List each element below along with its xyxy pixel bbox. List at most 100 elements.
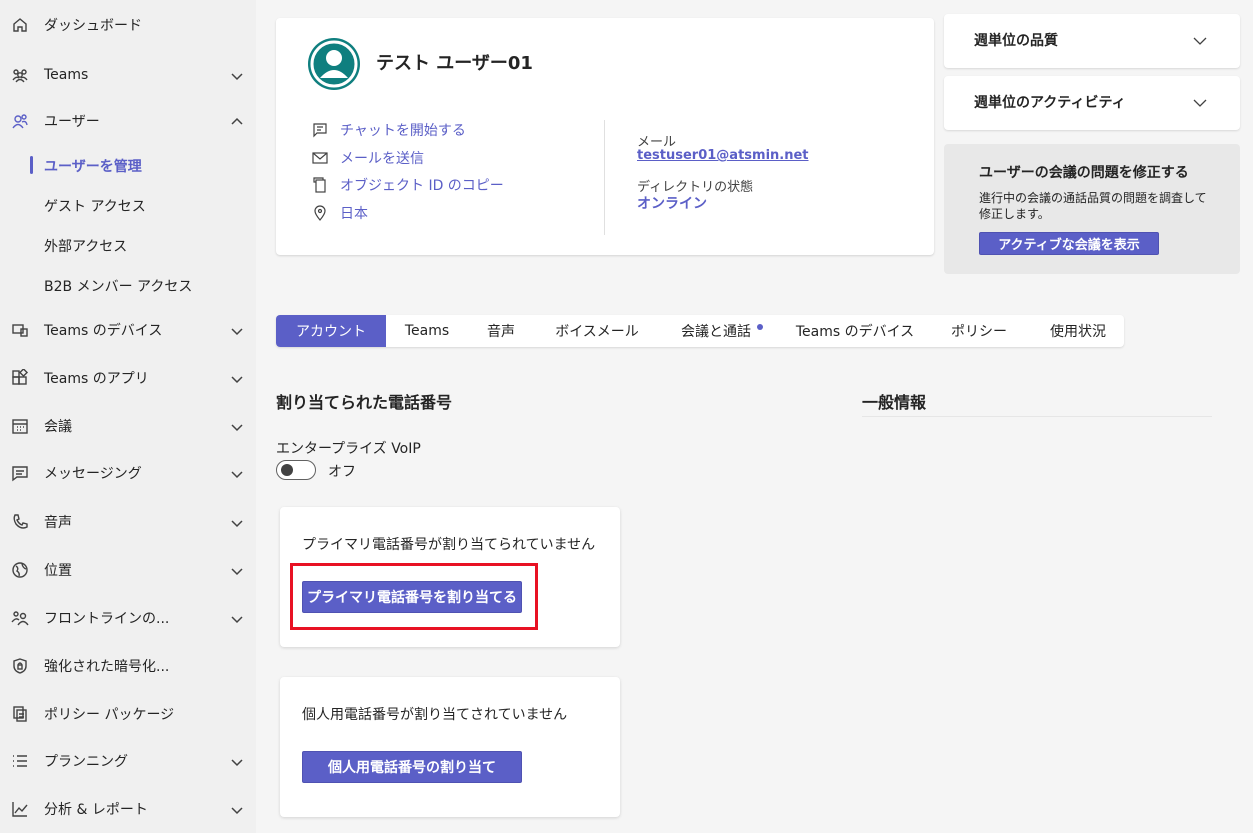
nav-analytics[interactable]: 分析 & レポート	[0, 789, 256, 829]
subitem-label: ユーザーを管理	[44, 159, 142, 175]
fix-meeting-issues-panel: ユーザーの会議の問題を修正する 進行中の会議の通話品質の問題を調査して修正します…	[944, 144, 1240, 274]
divider	[604, 120, 605, 235]
nav-planning[interactable]: プランニング	[0, 741, 256, 781]
nav-voice[interactable]: 音声	[0, 502, 256, 542]
apps-icon	[11, 369, 29, 387]
chevron-down-icon	[230, 611, 244, 625]
chat-icon	[11, 464, 29, 482]
sidebar-subitem-manage-users[interactable]: ユーザーを管理	[0, 147, 256, 183]
active-indicator	[30, 156, 33, 174]
tab-voicemail[interactable]: ボイスメール	[534, 315, 660, 347]
globe-icon	[11, 561, 29, 579]
assign-private-number-button[interactable]: 個人用電話番号の割り当て	[302, 751, 522, 783]
chevron-down-icon	[230, 323, 244, 337]
nav-enhanced-encryption[interactable]: 強化された暗号化...	[0, 646, 256, 686]
general-info-heading: 一般情報	[862, 393, 927, 412]
teams-icon	[11, 66, 29, 84]
nav-teams[interactable]: Teams	[0, 55, 256, 95]
chevron-up-icon	[230, 114, 244, 128]
send-email-link[interactable]: メールを送信	[312, 148, 424, 168]
nav-teams-devices[interactable]: Teams のデバイス	[0, 310, 256, 350]
list-icon	[11, 752, 29, 770]
toggle-knob	[281, 464, 293, 476]
chevron-down-icon	[1192, 95, 1208, 111]
nav-frontline[interactable]: フロントラインの...	[0, 598, 256, 638]
tab-voice[interactable]: 音声	[468, 315, 534, 347]
nav-label: 位置	[44, 563, 72, 579]
private-phone-status: 個人用電話番号が割り当てされていません	[302, 707, 568, 723]
start-chat-link[interactable]: チャットを開始する	[312, 120, 466, 140]
calendar-icon	[11, 417, 29, 435]
notification-dot	[757, 324, 763, 330]
divider	[862, 416, 1212, 417]
primary-phone-status: プライマリ電話番号が割り当てられていません	[302, 537, 596, 553]
chart-icon	[11, 800, 29, 818]
nav-label: Teams のデバイス	[44, 323, 163, 339]
private-phone-card: 個人用電話番号が割り当てされていません 個人用電話番号の割り当て	[280, 677, 620, 817]
subitem-label: 外部アクセス	[44, 239, 128, 255]
subitem-label: ゲスト アクセス	[44, 199, 146, 215]
enterprise-voip-label: エンタープライズ VoIP	[276, 441, 421, 457]
chevron-down-icon	[230, 466, 244, 480]
chevron-down-icon	[230, 754, 244, 768]
nav-label: 会議	[44, 419, 72, 435]
chat-icon	[313, 123, 327, 138]
nav-meetings[interactable]: 会議	[0, 406, 256, 446]
view-active-meetings-button[interactable]: アクティブな会議を表示	[979, 232, 1159, 255]
location-icon	[314, 205, 326, 221]
tab-meetings-calls[interactable]: 会議と通話	[660, 315, 784, 347]
shield-lock-icon	[11, 657, 29, 675]
nav-dashboard[interactable]: ダッシュボード	[0, 5, 256, 45]
sidebar-subitem-guest-access[interactable]: ゲスト アクセス	[0, 187, 256, 223]
chevron-down-icon	[230, 802, 244, 816]
nav-messaging[interactable]: メッセージング	[0, 453, 256, 493]
devices-icon	[11, 321, 29, 339]
tab-teams-devices[interactable]: Teams のデバイス	[784, 315, 926, 347]
nav-label: ユーザー	[44, 114, 100, 130]
nav-label: 強化された暗号化...	[44, 659, 170, 675]
nav-label: ポリシー パッケージ	[44, 707, 175, 723]
nav-policy-packages[interactable]: ポリシー パッケージ	[0, 694, 256, 734]
tab-bar: アカウント Teams 音声 ボイスメール 会議と通話 Teams のデバイス …	[276, 315, 1124, 347]
home-icon	[11, 16, 29, 34]
nav-label: 音声	[44, 515, 72, 531]
chevron-down-icon	[1192, 33, 1208, 49]
copy-object-id-link[interactable]: オブジェクト ID のコピー	[312, 175, 504, 195]
tab-account[interactable]: アカウント	[276, 315, 386, 347]
phone-icon	[11, 513, 29, 531]
nav-label: フロントラインの...	[44, 611, 170, 627]
policy-package-icon	[11, 705, 29, 723]
users-icon	[11, 112, 29, 130]
avatar	[308, 38, 360, 90]
user-name: テスト ユーザー01	[376, 53, 533, 74]
weekly-quality-accordion[interactable]: 週単位の品質	[944, 14, 1240, 68]
nav-users[interactable]: ユーザー	[0, 101, 256, 141]
sidebar-subitem-external-access[interactable]: 外部アクセス	[0, 227, 256, 263]
location-link[interactable]: 日本	[312, 203, 368, 223]
nav-label: Teams のアプリ	[44, 371, 149, 387]
nav-locations[interactable]: 位置	[0, 550, 256, 590]
chevron-down-icon	[230, 68, 244, 82]
nav-label: Teams	[44, 67, 89, 83]
chevron-down-icon	[230, 371, 244, 385]
user-profile-card: テスト ユーザー01 チャットを開始する メールを送信 オブジェクト ID のコ…	[276, 18, 934, 255]
directory-status-value: オンライン	[637, 196, 707, 212]
accordion-title: 週単位のアクティビティ	[974, 95, 1126, 111]
chevron-down-icon	[230, 563, 244, 577]
phone-numbers-heading: 割り当てられた電話番号	[276, 393, 453, 412]
fix-panel-description: 進行中の会議の通話品質の問題を調査して修正します。	[979, 191, 1207, 221]
subitem-label: B2B メンバー アクセス	[44, 279, 193, 295]
email-link[interactable]: testuser01@atsmin.net	[637, 148, 809, 163]
tab-policies[interactable]: ポリシー	[926, 315, 1032, 347]
weekly-activity-accordion[interactable]: 週単位のアクティビティ	[944, 76, 1240, 130]
nav-label: メッセージング	[44, 466, 142, 482]
enterprise-voip-toggle[interactable]	[276, 460, 316, 480]
accordion-title: 週単位の品質	[974, 33, 1058, 49]
nav-label: ダッシュボード	[44, 18, 142, 34]
tab-usage[interactable]: 使用状況	[1032, 315, 1124, 347]
tab-teams[interactable]: Teams	[386, 315, 468, 347]
chevron-down-icon	[230, 515, 244, 529]
nav-label: プランニング	[44, 754, 128, 770]
nav-teams-apps[interactable]: Teams のアプリ	[0, 358, 256, 398]
sidebar-subitem-b2b-access[interactable]: B2B メンバー アクセス	[0, 267, 256, 303]
